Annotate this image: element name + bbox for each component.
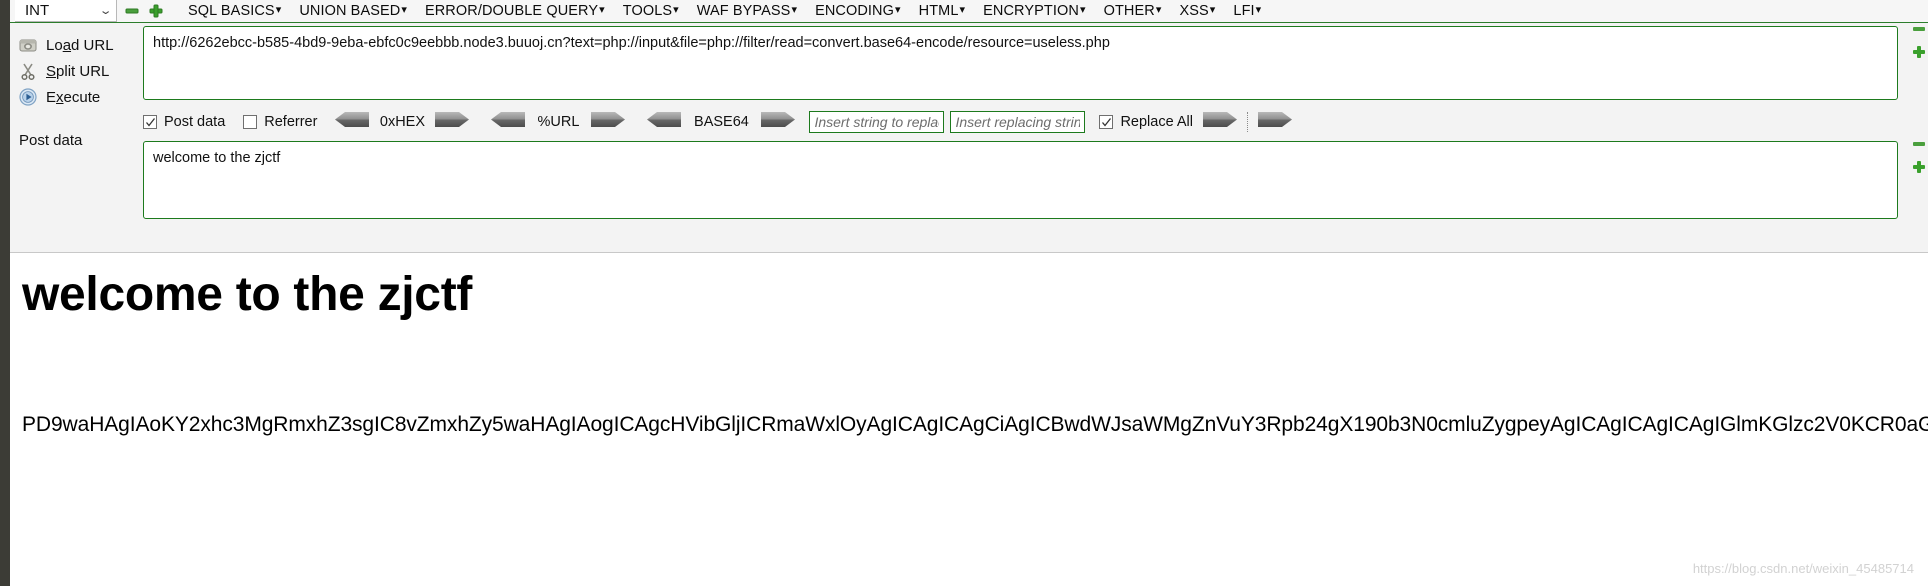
chevron-down-icon: ⌄ [98, 5, 113, 17]
chevron-down-icon: ▾ [895, 3, 901, 16]
encode-right-arrow-icon[interactable] [761, 112, 796, 132]
window-left-edge [0, 0, 10, 586]
post-data-value: welcome to the zjctf [153, 150, 281, 166]
menu-item-tools[interactable]: TOOLS▾ [614, 0, 688, 23]
base64-output-text: PD9waHAgIAoKY2xhc3MgRmxhZ3sgIC8vZmxhZy5w… [22, 413, 1928, 436]
menu-item-label: UNION BASED [299, 2, 401, 19]
minus-icon [1913, 27, 1925, 31]
plus-icon [1913, 46, 1925, 58]
url-encoder-group: %URL [491, 112, 626, 132]
menu-item-label: TOOLS [622, 2, 673, 19]
chevron-down-icon: ▾ [401, 3, 407, 16]
chevron-down-icon: ▾ [1155, 3, 1162, 16]
replace-all-apply-arrow-icon[interactable] [1258, 112, 1292, 132]
menu-item-label: ENCODING [815, 2, 895, 19]
hackbar-sidebar: Load URL Split URL Execute Post data [10, 23, 143, 253]
menu-item-lfi[interactable]: LFI▾ [1224, 0, 1270, 23]
base64-encoder-label: BASE64 [694, 114, 749, 130]
plus-icon[interactable] [147, 2, 165, 20]
checkbox-box [1099, 115, 1114, 129]
replace-string-input[interactable] [950, 111, 1086, 133]
chevron-down-icon: ▾ [1209, 3, 1216, 16]
chevron-down-icon: ▾ [959, 3, 966, 16]
execute-icon [18, 87, 38, 107]
menu-item-label: SQL BASICS [188, 2, 275, 19]
hackbar-menubar: INT ⌄ SQL BASICS▾ UNION BASED▾ ERROR/DOU… [10, 0, 1928, 23]
menu-item-label: WAF BYPASS [696, 2, 791, 19]
page-heading: welcome to the zjctf [22, 268, 473, 321]
encode-right-arrow-icon[interactable] [591, 112, 626, 132]
check-icon [145, 117, 155, 127]
referrer-checkbox-label: Referrer [264, 114, 318, 130]
post-data-checkbox[interactable]: Post data [143, 114, 225, 130]
referrer-checkbox[interactable]: Referrer [243, 114, 317, 130]
watermark: https://blog.csdn.net/weixin_45485714 [1692, 561, 1914, 576]
menu-item-label: LFI [1233, 2, 1255, 19]
menu-item-label: ERROR/DOUBLE QUERY [424, 2, 599, 19]
menu-item-label: XSS [1179, 2, 1209, 19]
menu-item-label: HTML [918, 2, 959, 19]
post-field-edge-markers [1912, 141, 1926, 173]
plus-icon [1913, 161, 1925, 173]
chevron-down-icon: ▾ [599, 3, 605, 16]
options-divider [1247, 112, 1248, 132]
minus-icon [1913, 142, 1925, 146]
replace-apply-arrow-icon[interactable] [1203, 112, 1237, 132]
menu-item-error-double-query[interactable]: ERROR/DOUBLE QUERY▾ [416, 0, 614, 23]
menu-item-list: SQL BASICS▾ UNION BASED▾ ERROR/DOUBLE QU… [179, 0, 1270, 23]
chevron-down-icon: ▾ [275, 3, 282, 16]
menu-item-sql-basics[interactable]: SQL BASICS▾ [179, 0, 290, 23]
post-data-sidebar-label: Post data [19, 132, 83, 149]
split-url-button[interactable]: Split URL [10, 58, 143, 84]
url-input-value: http://6262ebcc-b585-4bd9-9eba-ebfc0c9ee… [153, 35, 1110, 51]
minus-icon[interactable] [123, 2, 141, 20]
split-url-icon [18, 61, 38, 81]
hackbar-options-row: Post data Referrer 0xHEX %URL BASE64 Ins… [143, 108, 1898, 136]
browser-page-content: welcome to the zjctf PD9waHAgIAoKY2xhc3M… [10, 253, 1928, 586]
post-data-textarea[interactable]: welcome to the zjctf [143, 141, 1898, 219]
menu-item-waf-bypass[interactable]: WAF BYPASS▾ [688, 0, 806, 23]
decode-left-arrow-icon[interactable] [647, 112, 682, 132]
load-url-label: Load URL [46, 36, 114, 54]
menu-item-xss[interactable]: XSS▾ [1170, 0, 1224, 23]
type-select-value: INT [25, 2, 50, 19]
url-field-edge-markers [1912, 26, 1926, 58]
hackbar-panel: INT ⌄ SQL BASICS▾ UNION BASED▾ ERROR/DOU… [10, 0, 1928, 253]
execute-button[interactable]: Execute [10, 84, 143, 110]
load-url-icon [18, 35, 38, 55]
type-select[interactable]: INT ⌄ [15, 0, 117, 22]
hex-encoder-group: 0xHEX [335, 112, 470, 132]
menu-item-encoding[interactable]: ENCODING▾ [806, 0, 910, 23]
decode-left-arrow-icon[interactable] [491, 112, 526, 132]
url-input[interactable]: http://6262ebcc-b585-4bd9-9eba-ebfc0c9ee… [143, 26, 1898, 100]
menu-item-encryption[interactable]: ENCRYPTION▾ [974, 0, 1094, 23]
post-data-checkbox-label: Post data [164, 114, 226, 130]
checkbox-box [143, 115, 157, 129]
menu-item-union-based[interactable]: UNION BASED▾ [290, 0, 416, 23]
split-url-label: Split URL [46, 62, 110, 80]
menu-item-html[interactable]: HTML▾ [910, 0, 975, 23]
hex-encoder-label: 0xHEX [379, 114, 426, 130]
hackbar-browser-window: INT ⌄ SQL BASICS▾ UNION BASED▾ ERROR/DOU… [0, 0, 1928, 586]
menu-item-label: ENCRYPTION [983, 2, 1079, 19]
check-icon [1101, 117, 1111, 127]
replace-all-checkbox[interactable]: Replace All [1099, 114, 1193, 130]
chevron-down-icon: ▾ [1255, 3, 1262, 16]
search-string-input[interactable] [809, 111, 945, 133]
chevron-down-icon: ▾ [791, 3, 798, 16]
chevron-down-icon: ▾ [1079, 3, 1086, 16]
url-encoder-label: %URL [537, 114, 580, 130]
execute-label: Execute [46, 88, 101, 106]
decode-left-arrow-icon[interactable] [335, 112, 370, 132]
checkbox-box [243, 115, 258, 129]
encode-right-arrow-icon[interactable] [435, 112, 470, 132]
base64-encoder-group: BASE64 [647, 112, 796, 132]
menu-item-other[interactable]: OTHER▾ [1095, 0, 1171, 23]
replace-all-checkbox-label: Replace All [1120, 114, 1193, 130]
load-url-button[interactable]: Load URL [10, 32, 143, 58]
chevron-down-icon: ▾ [673, 3, 679, 16]
menu-item-label: OTHER [1103, 2, 1155, 19]
